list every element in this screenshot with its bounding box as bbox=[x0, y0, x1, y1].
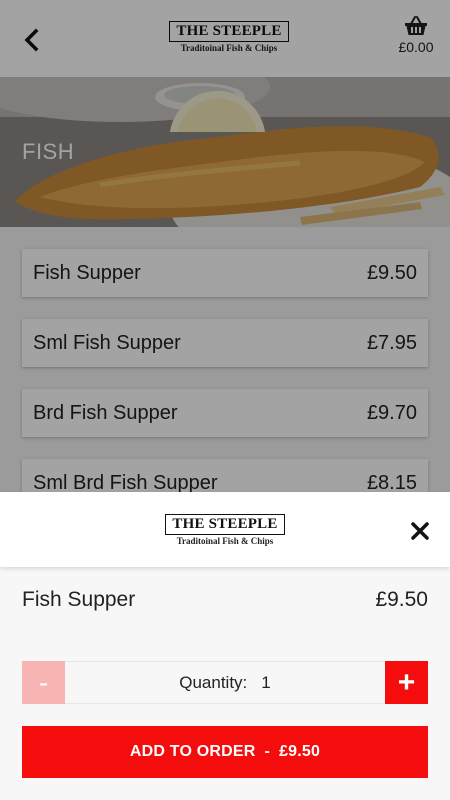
close-icon bbox=[411, 522, 429, 540]
add-to-order-price: £9.50 bbox=[279, 743, 321, 760]
logo-title: THE STEEPLE bbox=[165, 514, 285, 535]
quantity-value: 1 bbox=[261, 672, 271, 692]
logo-subtitle: Traditoinal Fish & Chips bbox=[176, 536, 274, 546]
modal-backdrop[interactable] bbox=[0, 0, 450, 492]
sheet-header: THE STEEPLE Traditoinal Fish & Chips bbox=[0, 492, 450, 567]
add-to-order-button[interactable]: ADD TO ORDER - £9.50 bbox=[22, 726, 428, 778]
sheet-logo: THE STEEPLE Traditoinal Fish & Chips bbox=[165, 514, 285, 546]
quantity-label: Quantity: bbox=[179, 672, 248, 692]
decrease-quantity-button[interactable]: - bbox=[22, 661, 65, 704]
product-name: Fish Supper bbox=[22, 588, 136, 611]
quantity-display: Quantity: 1 bbox=[65, 661, 385, 704]
add-to-order-label: ADD TO ORDER bbox=[129, 743, 256, 760]
add-to-order-sheet: THE STEEPLE Traditoinal Fish & Chips Fis… bbox=[0, 492, 450, 800]
quantity-stepper: - Quantity: 1 + bbox=[22, 661, 428, 704]
close-button[interactable] bbox=[405, 516, 435, 546]
product-summary: Fish Supper £9.50 bbox=[22, 588, 428, 612]
increase-quantity-button[interactable]: + bbox=[385, 661, 428, 704]
add-to-order-separator: - bbox=[264, 743, 271, 760]
product-price: £9.50 bbox=[375, 588, 428, 611]
